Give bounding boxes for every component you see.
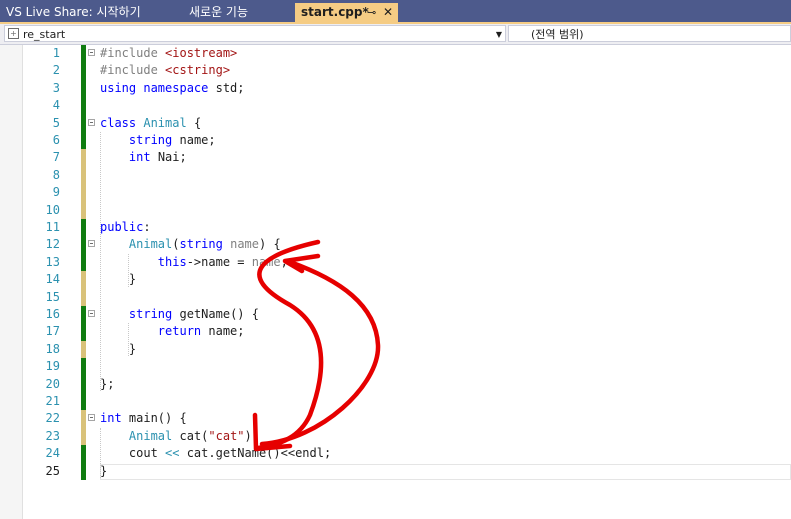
project-dropdown[interactable]: + re_start ▼ xyxy=(4,25,506,42)
tab-vs-live-share[interactable]: VS Live Share: 시작하기 xyxy=(0,3,181,22)
chevron-down-icon: ▼ xyxy=(495,30,502,39)
tab-start-cpp[interactable]: start.cpp* ⊸ ✕ xyxy=(295,3,398,22)
tab-label: 새로운 기능 xyxy=(189,5,249,19)
pin-icon[interactable]: ⊸ xyxy=(367,3,376,22)
close-icon[interactable]: ✕ xyxy=(383,3,393,22)
tab-label: VS Live Share: 시작하기 xyxy=(6,5,141,19)
navigation-bar: + re_start ▼ (전역 범위) xyxy=(0,24,791,45)
scope-label: (전역 범위) xyxy=(531,28,584,41)
red-arrow-annotation xyxy=(252,239,381,452)
project-name: re_start xyxy=(23,28,66,41)
tab-label: start.cpp* xyxy=(301,5,369,19)
tab-whats-new[interactable]: 새로운 기능 xyxy=(183,3,293,22)
document-tab-bar: VS Live Share: 시작하기 새로운 기능 start.cpp* ⊸ … xyxy=(0,0,791,22)
code-editor[interactable]: 1 #include <iostream> 2 #include <cstring> 3… xyxy=(0,45,791,519)
scope-dropdown[interactable]: (전역 범위) xyxy=(508,25,791,42)
project-icon: + xyxy=(8,28,19,39)
